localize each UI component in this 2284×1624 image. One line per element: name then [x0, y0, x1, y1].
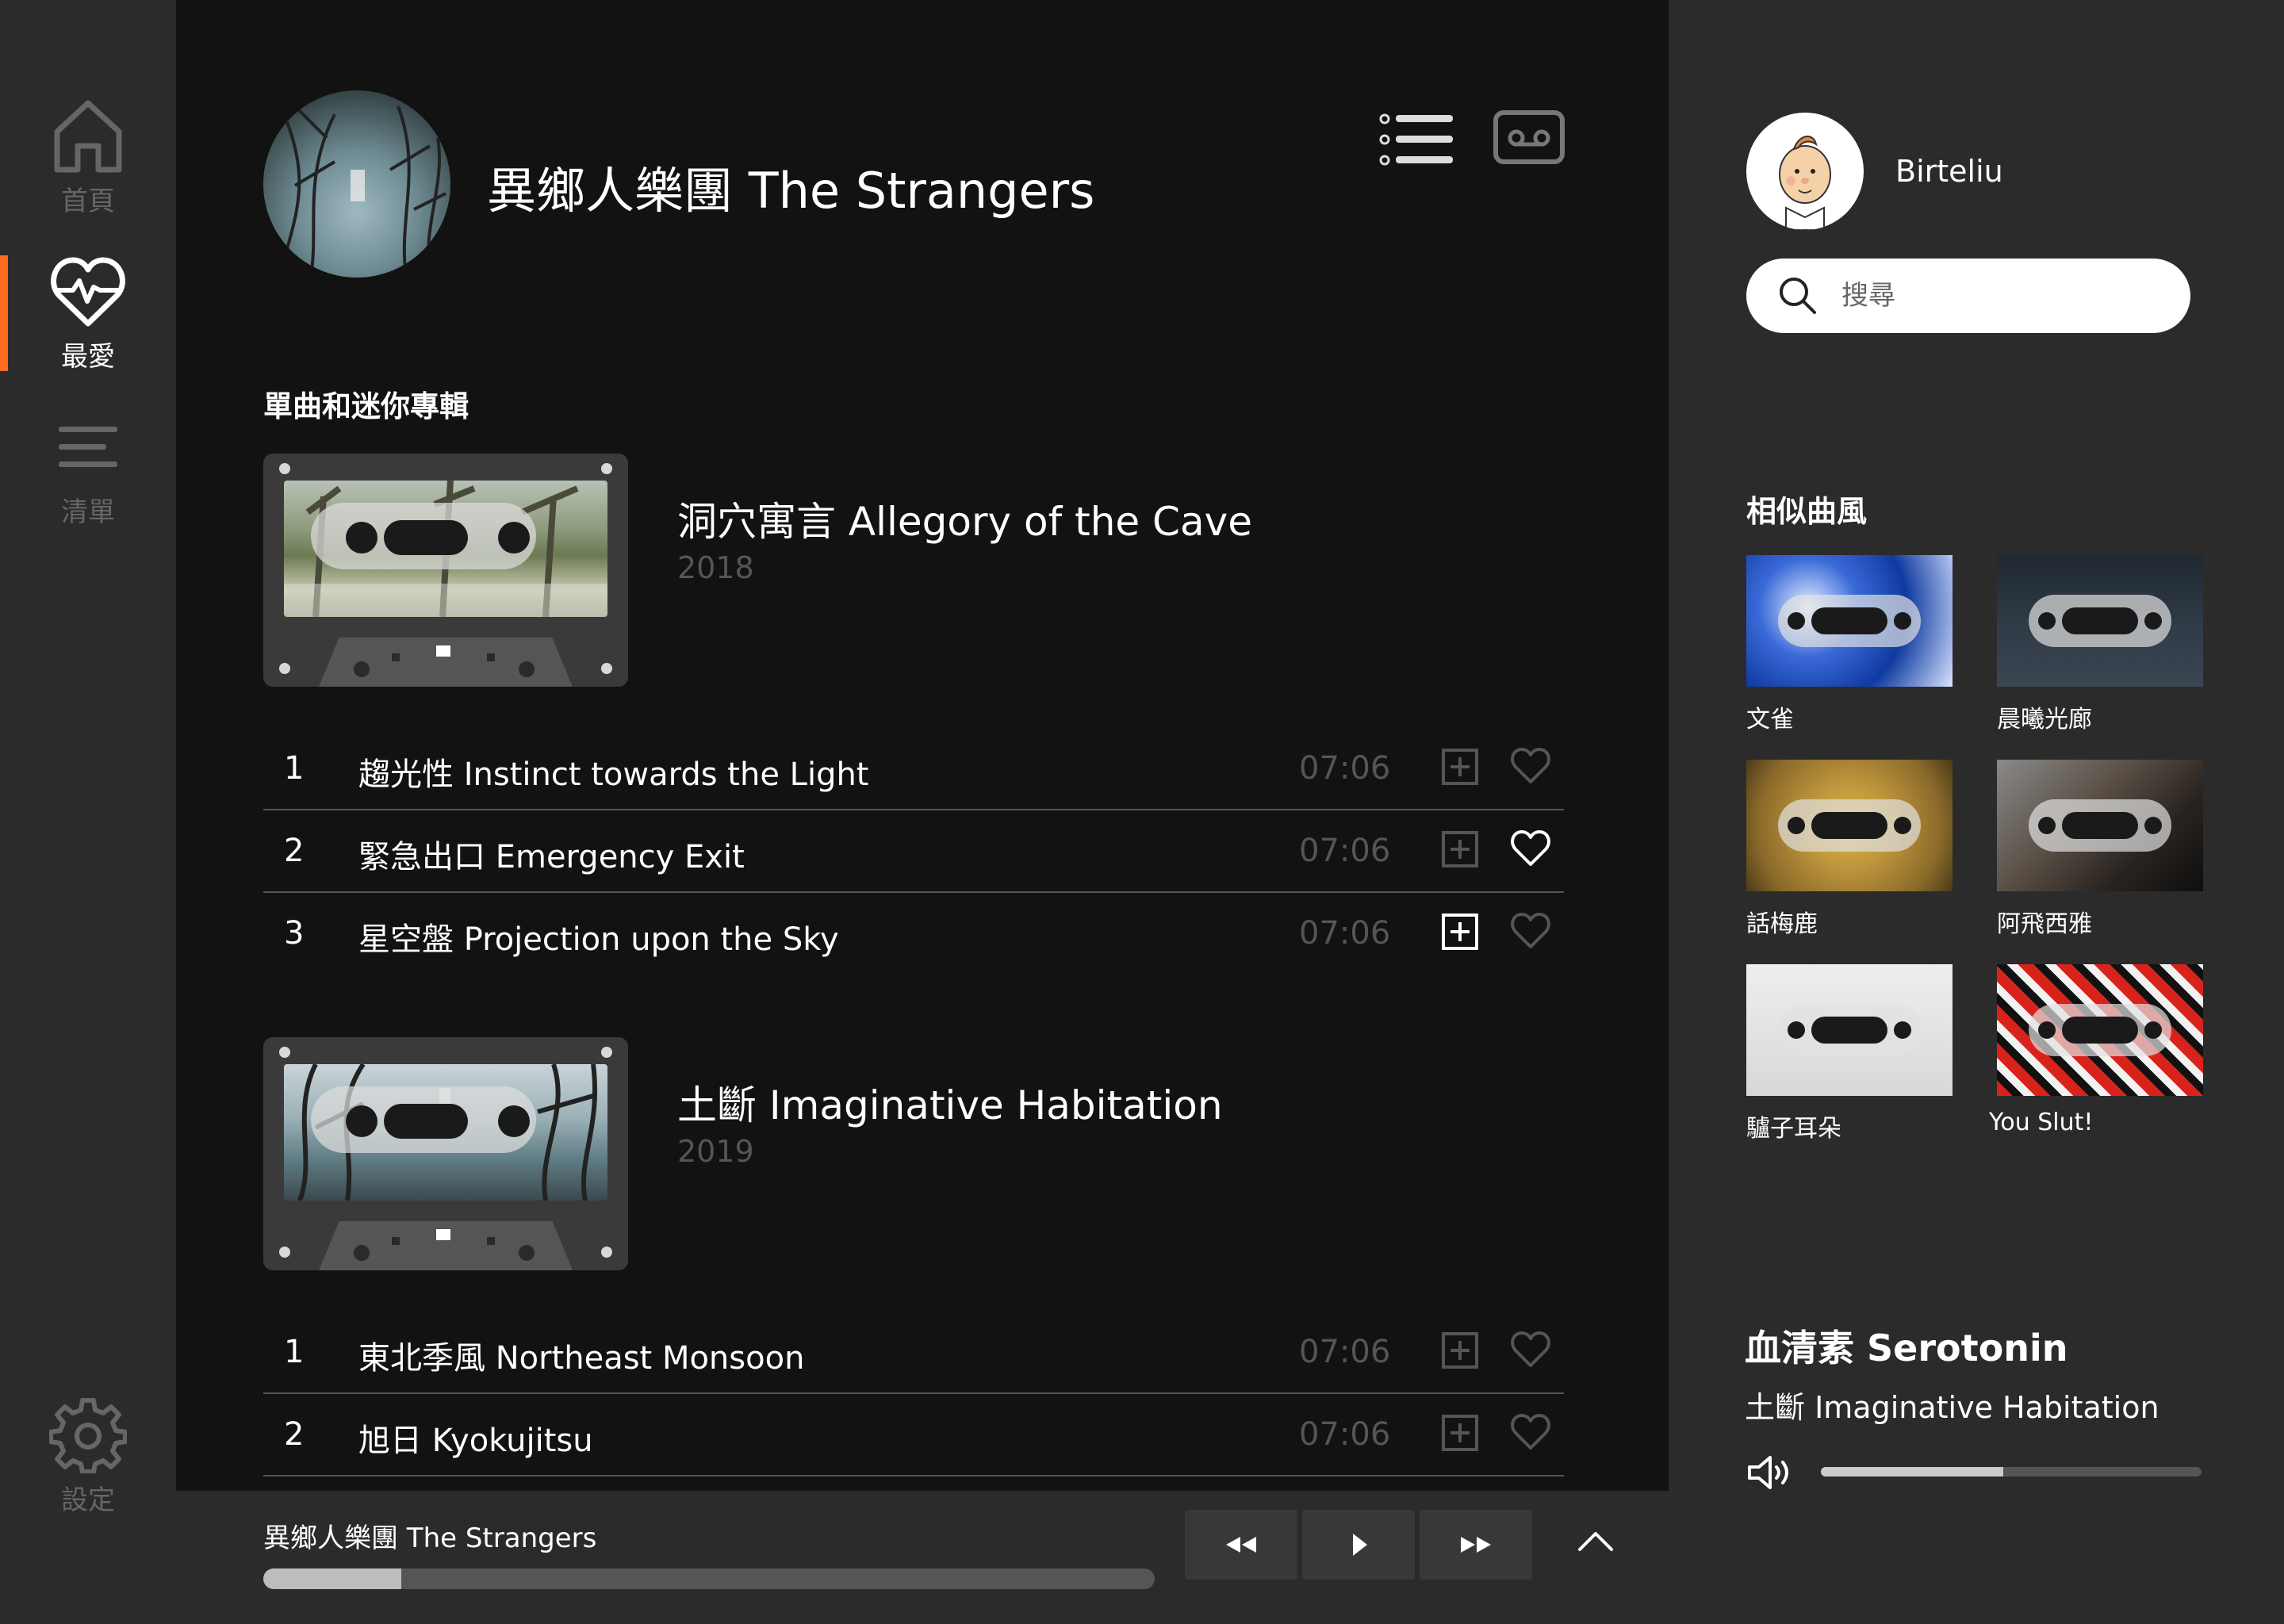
add-to-playlist-icon[interactable]	[1442, 749, 1478, 785]
home-icon	[54, 100, 122, 173]
similar-artist-name: 文雀	[1746, 706, 1794, 733]
playlist-icon	[59, 427, 117, 467]
add-to-playlist-icon[interactable]	[1442, 1415, 1478, 1451]
player-bar: 異鄉人樂團 The Strangers	[176, 1491, 1669, 1624]
track-row[interactable]: 3 星空盤 Projection upon the Sky 07:06	[263, 893, 1564, 975]
right-panel: Birteliu 相似曲風 文雀 晨曦光廊 話梅鹿 阿飛西雅	[1669, 0, 2284, 1624]
nav-label-home: 首頁	[61, 186, 115, 217]
player-artist-name: 異鄉人樂團 The Strangers	[263, 1522, 597, 1554]
track-number: 2	[284, 1416, 305, 1453]
track-row[interactable]: 1 趨光性 Instinct towards the Light 07:06	[263, 728, 1564, 810]
main-content: 異鄉人樂團 The Strangers 單曲和迷你專輯 洞穴寓言 Allegor…	[176, 0, 1669, 1491]
track-number: 3	[284, 915, 305, 952]
track-duration: 07:06	[1299, 915, 1391, 952]
similar-artist-cover	[1997, 760, 2203, 891]
similar-artist-cover	[1746, 555, 1953, 687]
track-row[interactable]: 2 旭日 Kyokujitsu 07:06	[263, 1394, 1564, 1477]
track-row[interactable]: 2 緊急出口 Emergency Exit 07:06	[263, 810, 1564, 893]
add-to-playlist-icon[interactable]	[1442, 1332, 1478, 1369]
heart-icon[interactable]	[1510, 912, 1551, 950]
artist-avatar	[263, 90, 450, 278]
user-avatar-icon	[1779, 136, 1831, 230]
user-avatar[interactable]	[1746, 113, 1864, 230]
nav-label-playlist: 清單	[61, 496, 115, 528]
similar-artist-cover	[1746, 760, 1953, 891]
similar-artist-name: 晨曦光廊	[1997, 706, 2092, 733]
chevron-up-icon[interactable]	[1573, 1519, 1618, 1564]
playback-progress-fill	[263, 1568, 402, 1589]
volume-level	[1821, 1467, 2004, 1477]
playback-progress-bar[interactable]	[263, 1568, 1155, 1589]
volume-icon[interactable]	[1746, 1453, 1794, 1492]
play-icon	[1353, 1534, 1367, 1556]
album-title[interactable]: 洞穴寓言 Allegory of the Cave	[677, 490, 1252, 547]
search-input[interactable]	[1841, 274, 2159, 317]
track-title[interactable]: 星空盤 Projection upon the Sky	[358, 914, 839, 959]
similar-artist-cover	[1997, 555, 2203, 687]
track-duration: 07:06	[1299, 750, 1391, 787]
heart-icon[interactable]	[1510, 1413, 1551, 1451]
artist-name: 異鄉人樂團 The Strangers	[487, 162, 1095, 220]
user-name[interactable]: Birteliu	[1895, 154, 2003, 189]
similar-artist-name: You Slut!	[1989, 1109, 2094, 1136]
add-to-playlist-icon[interactable]	[1442, 914, 1478, 950]
album-year: 2019	[677, 1134, 754, 1169]
album-cassette-cover[interactable]	[263, 1037, 628, 1270]
nav-label-favorites: 最愛	[61, 341, 115, 373]
similar-artist-name: 話梅鹿	[1746, 910, 1818, 938]
play-button[interactable]	[1302, 1510, 1415, 1580]
search-icon	[1780, 278, 1816, 314]
album-year: 2018	[677, 550, 754, 585]
search-bar[interactable]	[1746, 259, 2190, 333]
fast-forward-button[interactable]	[1420, 1510, 1532, 1580]
now-playing-album: 土斷 Imaginative Habitation	[1745, 1390, 2159, 1425]
nav-item-settings[interactable]: 設定	[0, 1396, 176, 1538]
nav-item-home[interactable]: 首頁	[0, 97, 176, 239]
track-duration: 07:06	[1299, 1416, 1391, 1453]
heart-icon[interactable]	[1510, 747, 1551, 785]
album-cassette-cover[interactable]	[263, 454, 628, 687]
now-playing-song: 血清素 Serotonin	[1745, 1327, 2068, 1369]
track-title[interactable]: 東北季風 Northeast Monsoon	[358, 1332, 804, 1378]
cassette-icon[interactable]	[1493, 109, 1565, 165]
nav-item-playlist[interactable]: 清單	[0, 408, 176, 550]
artist-photo-icon	[278, 105, 446, 278]
rewind-icon	[1226, 1537, 1256, 1553]
nav-label-settings: 設定	[61, 1484, 115, 1516]
album-title[interactable]: 土斷 Imaginative Habitation	[677, 1074, 1223, 1131]
track-number: 2	[284, 833, 305, 869]
heartbeat-icon	[51, 257, 125, 327]
track-duration: 07:06	[1299, 833, 1391, 869]
track-title[interactable]: 旭日 Kyokujitsu	[358, 1415, 593, 1461]
track-duration: 07:06	[1299, 1334, 1391, 1370]
similar-section-title: 相似曲風	[1746, 494, 1868, 529]
track-number: 1	[284, 750, 305, 787]
heart-icon[interactable]	[1510, 829, 1551, 868]
fast-forward-icon	[1461, 1537, 1491, 1553]
similar-artist-name: 驢子耳朵	[1746, 1115, 1841, 1143]
gear-icon	[49, 1398, 127, 1473]
add-to-playlist-icon[interactable]	[1442, 831, 1478, 868]
track-title[interactable]: 趨光性 Instinct towards the Light	[358, 749, 869, 795]
similar-artist-cover	[1997, 964, 2203, 1096]
list-icon[interactable]	[1378, 111, 1454, 168]
track-row[interactable]: 1 東北季風 Northeast Monsoon 07:06	[263, 1312, 1564, 1394]
volume-slider[interactable]	[1821, 1467, 2202, 1477]
track-title[interactable]: 緊急出口 Emergency Exit	[358, 831, 745, 877]
track-number: 1	[284, 1334, 305, 1370]
section-title: 單曲和迷你專輯	[263, 389, 469, 423]
side-nav: 首頁 最愛 清單 設定	[0, 0, 176, 1624]
heart-icon[interactable]	[1510, 1331, 1551, 1369]
similar-artist-name: 阿飛西雅	[1997, 910, 2092, 938]
similar-artist-cover	[1746, 964, 1953, 1096]
rewind-button[interactable]	[1185, 1510, 1297, 1580]
nav-item-favorites[interactable]: 最愛	[0, 252, 176, 395]
